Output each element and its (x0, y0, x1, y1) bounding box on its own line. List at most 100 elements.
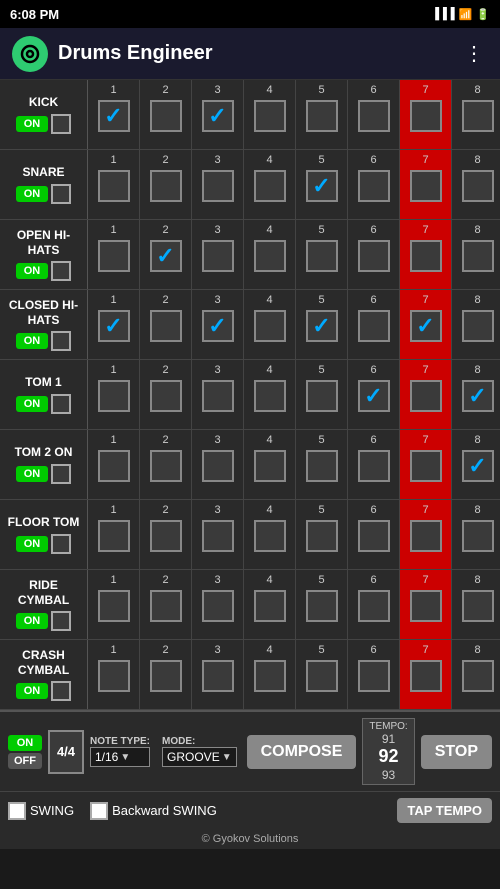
on-button-kick[interactable]: ON (16, 116, 48, 132)
mute-box-closed-hihats[interactable] (51, 331, 71, 351)
mute-box-snare[interactable] (51, 184, 71, 204)
mute-box-tom1[interactable] (51, 394, 71, 414)
step-btn-ride-cymbal-4[interactable] (254, 590, 286, 622)
step-btn-ride-cymbal-5[interactable] (306, 590, 338, 622)
step-btn-kick-5[interactable] (306, 100, 338, 132)
step-btn-tom1-2[interactable] (150, 380, 182, 412)
stop-button[interactable]: STOP (421, 735, 492, 769)
step-btn-kick-8[interactable] (462, 100, 494, 132)
step-btn-floor-tom-5[interactable] (306, 520, 338, 552)
compose-button[interactable]: COMPOSE (247, 735, 357, 769)
step-btn-closed-hihats-5[interactable]: ✓ (306, 310, 338, 342)
step-btn-floor-tom-2[interactable] (150, 520, 182, 552)
step-btn-tom2-5[interactable] (306, 450, 338, 482)
step-btn-tom1-4[interactable] (254, 380, 286, 412)
on-button-closed-hihats[interactable]: ON (16, 333, 48, 349)
step-btn-closed-hihats-4[interactable] (254, 310, 286, 342)
backward-swing-checkbox[interactable] (90, 802, 108, 820)
step-btn-closed-hihats-7[interactable]: ✓ (410, 310, 442, 342)
step-btn-tom2-6[interactable] (358, 450, 390, 482)
step-btn-ride-cymbal-3[interactable] (202, 590, 234, 622)
step-btn-kick-1[interactable]: ✓ (98, 100, 130, 132)
step-btn-tom2-8[interactable]: ✓ (462, 450, 494, 482)
step-btn-floor-tom-4[interactable] (254, 520, 286, 552)
step-btn-crash-cymbal-2[interactable] (150, 660, 182, 692)
step-btn-closed-hihats-1[interactable]: ✓ (98, 310, 130, 342)
step-btn-snare-5[interactable]: ✓ (306, 170, 338, 202)
step-btn-kick-7[interactable] (410, 100, 442, 132)
step-btn-tom1-5[interactable] (306, 380, 338, 412)
header-menu-button[interactable]: ⋮ (460, 37, 488, 70)
step-btn-crash-cymbal-5[interactable] (306, 660, 338, 692)
step-btn-ride-cymbal-1[interactable] (98, 590, 130, 622)
on-button-snare[interactable]: ON (16, 186, 48, 202)
on-button-tom1[interactable]: ON (16, 396, 48, 412)
step-btn-crash-cymbal-6[interactable] (358, 660, 390, 692)
step-btn-snare-6[interactable] (358, 170, 390, 202)
mode-selector[interactable]: GROOVE ▼ (162, 747, 237, 767)
mute-box-floor-tom[interactable] (51, 534, 71, 554)
mute-box-ride-cymbal[interactable] (51, 611, 71, 631)
step-btn-open-hihats-8[interactable] (462, 240, 494, 272)
step-btn-snare-8[interactable] (462, 170, 494, 202)
step-btn-closed-hihats-6[interactable] (358, 310, 390, 342)
step-btn-floor-tom-6[interactable] (358, 520, 390, 552)
step-btn-kick-6[interactable] (358, 100, 390, 132)
step-btn-tom2-1[interactable] (98, 450, 130, 482)
step-btn-ride-cymbal-7[interactable] (410, 590, 442, 622)
step-btn-ride-cymbal-8[interactable] (462, 590, 494, 622)
on-button-tom2[interactable]: ON (16, 466, 48, 482)
step-btn-tom2-7[interactable] (410, 450, 442, 482)
step-btn-crash-cymbal-1[interactable] (98, 660, 130, 692)
step-btn-floor-tom-8[interactable] (462, 520, 494, 552)
step-btn-snare-4[interactable] (254, 170, 286, 202)
step-btn-snare-2[interactable] (150, 170, 182, 202)
mute-box-open-hihats[interactable] (51, 261, 71, 281)
step-btn-floor-tom-3[interactable] (202, 520, 234, 552)
mute-box-kick[interactable] (51, 114, 71, 134)
step-btn-crash-cymbal-7[interactable] (410, 660, 442, 692)
step-btn-floor-tom-1[interactable] (98, 520, 130, 552)
step-btn-snare-7[interactable] (410, 170, 442, 202)
on-button-floor-tom[interactable]: ON (16, 536, 48, 552)
step-btn-crash-cymbal-3[interactable] (202, 660, 234, 692)
mute-box-tom2[interactable] (51, 464, 71, 484)
note-type-selector[interactable]: 1/16 ▼ (90, 747, 150, 767)
step-btn-kick-2[interactable] (150, 100, 182, 132)
step-btn-kick-4[interactable] (254, 100, 286, 132)
step-btn-ride-cymbal-6[interactable] (358, 590, 390, 622)
mute-box-crash-cymbal[interactable] (51, 681, 71, 701)
step-btn-closed-hihats-2[interactable] (150, 310, 182, 342)
step-btn-open-hihats-5[interactable] (306, 240, 338, 272)
step-btn-tom1-1[interactable] (98, 380, 130, 412)
step-btn-ride-cymbal-2[interactable] (150, 590, 182, 622)
step-btn-crash-cymbal-8[interactable] (462, 660, 494, 692)
step-btn-kick-3[interactable]: ✓ (202, 100, 234, 132)
step-btn-open-hihats-7[interactable] (410, 240, 442, 272)
step-btn-open-hihats-1[interactable] (98, 240, 130, 272)
step-btn-crash-cymbal-4[interactable] (254, 660, 286, 692)
master-off-button[interactable]: OFF (8, 753, 42, 769)
tap-tempo-button[interactable]: TAP TEMPO (397, 798, 492, 823)
step-btn-open-hihats-4[interactable] (254, 240, 286, 272)
step-btn-tom1-7[interactable] (410, 380, 442, 412)
step-btn-tom2-2[interactable] (150, 450, 182, 482)
step-btn-snare-3[interactable] (202, 170, 234, 202)
swing-checkbox[interactable] (8, 802, 26, 820)
step-btn-tom2-3[interactable] (202, 450, 234, 482)
step-btn-tom1-6[interactable]: ✓ (358, 380, 390, 412)
step-btn-open-hihats-6[interactable] (358, 240, 390, 272)
step-btn-closed-hihats-8[interactable] (462, 310, 494, 342)
step-btn-open-hihats-2[interactable]: ✓ (150, 240, 182, 272)
time-signature[interactable]: 4/4 (48, 730, 84, 774)
step-btn-tom2-4[interactable] (254, 450, 286, 482)
step-btn-closed-hihats-3[interactable]: ✓ (202, 310, 234, 342)
step-btn-floor-tom-7[interactable] (410, 520, 442, 552)
master-on-button[interactable]: ON (8, 735, 42, 751)
step-btn-tom1-3[interactable] (202, 380, 234, 412)
step-btn-snare-1[interactable] (98, 170, 130, 202)
step-btn-open-hihats-3[interactable] (202, 240, 234, 272)
on-button-open-hihats[interactable]: ON (16, 263, 48, 279)
on-button-ride-cymbal[interactable]: ON (16, 613, 48, 629)
step-btn-tom1-8[interactable]: ✓ (462, 380, 494, 412)
